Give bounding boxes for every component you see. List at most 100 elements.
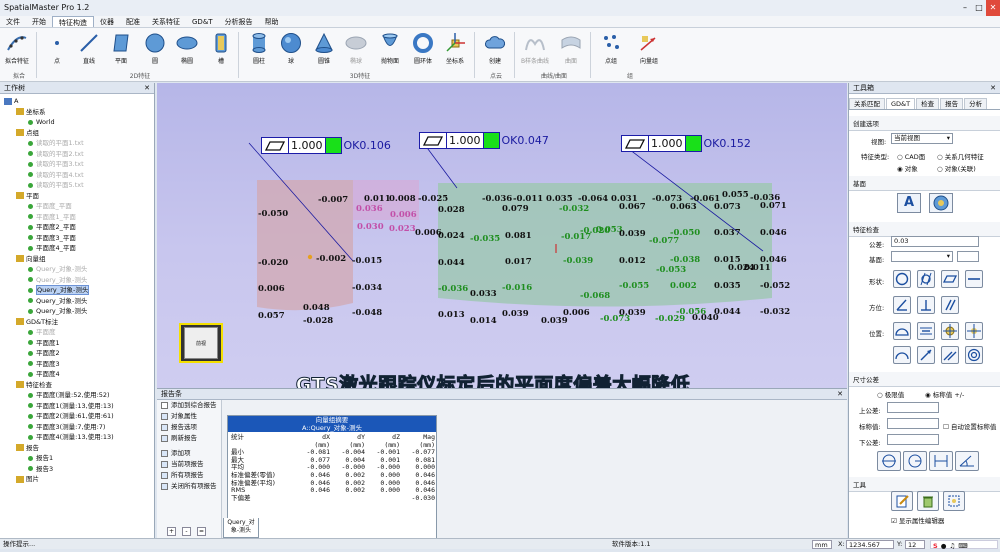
lower-tolerance-input[interactable] [887,434,939,445]
profile-surface-button[interactable] [893,322,911,340]
tree-node[interactable]: 平面度1_平面 [0,212,154,223]
tab-analysis[interactable]: 分析 [964,98,988,109]
tree-node[interactable]: 坐标系 [0,107,154,118]
tree-node[interactable]: 平面度(测量:52,使用:52) [0,390,154,401]
tree-node[interactable]: 读取的平面4.txt [0,170,154,181]
all-items-report[interactable]: 所有项报告 [157,470,221,481]
tree-node[interactable]: 平面度1(测量:13,使用:13) [0,401,154,412]
menu-gdt[interactable]: GD&T [186,16,219,27]
datum-a-button[interactable]: A [897,193,921,213]
tree-node[interactable]: 平面度2 [0,348,154,359]
view-select[interactable]: 当前视图 ▾ [891,133,953,144]
coordinate-system-button[interactable]: 坐标系 [440,32,470,65]
tree-node[interactable]: 平面度3(测量:7,使用:7) [0,422,154,433]
tree-node[interactable]: Query_对象-测头 [0,275,154,286]
tree-node[interactable]: Query_对象-测头 [0,285,154,296]
delete-tool-button[interactable] [917,491,939,511]
dim-angle-button[interactable] [955,451,979,471]
tree-node[interactable]: 平面度3 [0,359,154,370]
checkbox-icon[interactable] [161,401,168,409]
cylinder-button[interactable]: 圆柱 [244,32,274,65]
tree-node[interactable]: GD&T标注 [0,317,154,328]
parallelism-button[interactable] [941,296,959,314]
paraboloid-button[interactable]: 抛物面 [375,32,405,65]
radio-limit[interactable]: ○ 极限值 [877,389,904,399]
tree-node[interactable]: 平面度2_平面 [0,222,154,233]
cone-button[interactable]: 圆锥 [309,32,339,65]
total-runout-button[interactable] [941,346,959,364]
tree-node[interactable]: 平面度4(测量:13,使用:13) [0,432,154,443]
3d-viewport[interactable]: -0.050 -0.007 0.011 0.008 -0.025 0.036 0.006 0.… [157,83,847,388]
position-button[interactable] [941,322,959,340]
ellipsoid-button[interactable]: 椭球 [341,32,371,65]
menu-file[interactable]: 文件 [0,16,26,27]
tree-node[interactable]: World [0,117,154,128]
fcf-3[interactable]: 1.000 OK0.152 [621,135,751,152]
nominal-input[interactable] [887,418,939,429]
view-cube[interactable]: 前视 [179,323,223,363]
auto-nominal-checkbox[interactable]: ☐ 自动设置标称值 [943,421,996,431]
circle-button[interactable]: 圆 [140,32,170,65]
tree-node[interactable]: 平面度_平面 [0,201,154,212]
bspline-button[interactable]: B样条曲线 [520,32,550,65]
menu-relation-feature[interactable]: 关系特征 [146,16,186,27]
tree-node[interactable]: A [0,96,154,107]
vector-group-button[interactable]: 向量组 [634,32,664,65]
tree-node[interactable]: 平面度1 [0,338,154,349]
radio-object[interactable]: ◉ 对象 [897,163,918,173]
close-icon[interactable]: ✕ [990,83,996,94]
dim-radius-button[interactable] [903,451,927,471]
surface-button[interactable]: 曲面 [556,32,586,65]
straightness-button[interactable] [965,270,983,288]
point-button[interactable]: 点 [42,32,72,65]
menu-help[interactable]: 帮助 [259,16,285,27]
tree-node[interactable]: 平面度4_平面 [0,243,154,254]
plane-button[interactable]: 平面 [106,32,136,65]
menu-registration[interactable]: 配准 [120,16,146,27]
add-small-icon[interactable]: + [167,527,176,536]
cylindricity-button[interactable] [917,270,935,288]
tree-node[interactable]: Query_对象-测头 [0,306,154,317]
tree-node[interactable]: 平面度3_平面 [0,233,154,244]
tab-relation-match[interactable]: 关系匹配 [849,98,885,109]
report-tab[interactable]: Query_对象-测头 [223,518,259,538]
radio-object-assoc[interactable]: ○ 对象(关联) [937,163,976,173]
circularity-button[interactable] [893,270,911,288]
profile-line-button[interactable] [893,346,911,364]
datum-select[interactable]: ▾ [891,251,953,262]
tree-node[interactable]: 点组 [0,128,154,139]
ime-toolbar[interactable]: S ● ♫ ⌨ [930,540,998,550]
report-options-item[interactable]: 报告选项 [157,422,221,433]
tab-report[interactable]: 报告 [940,98,964,109]
menu-instrument[interactable]: 仪器 [94,16,120,27]
line-button[interactable]: 直线 [74,32,104,65]
datum-extra-field[interactable] [957,251,979,262]
tree-node[interactable]: 读取的平面3.txt [0,159,154,170]
tree-node[interactable]: 读取的平面1.txt [0,138,154,149]
menu-start[interactable]: 开始 [26,16,52,27]
close-icon[interactable]: ✕ [837,389,843,400]
tree-node[interactable]: 读取的平面2.txt [0,149,154,160]
current-item-report[interactable]: 当前项报告 [157,459,221,470]
equal-small-icon[interactable]: = [197,527,206,536]
remove-small-icon[interactable]: - [182,527,191,536]
dim-length-button[interactable] [877,451,901,471]
tree-node[interactable]: 平面 [0,191,154,202]
close-icon[interactable]: ✕ [144,83,150,94]
tab-check[interactable]: 检查 [916,98,940,109]
angularity-button[interactable] [893,296,911,314]
tree-node[interactable]: 平面度 [0,327,154,338]
radio-cad[interactable]: ○ CAD面 [897,151,925,161]
close-icon[interactable]: ✕ [986,0,1000,16]
tree-node[interactable]: 报告1 [0,453,154,464]
fcf-2[interactable]: 1.000 OK0.047 [419,132,549,149]
datum-target-button[interactable] [929,193,953,213]
torus-button[interactable]: 圆环体 [408,32,438,65]
pick-tool-button[interactable] [943,491,965,511]
minimize-icon[interactable]: – [958,0,972,16]
tree-node[interactable]: 读取的平面5.txt [0,180,154,191]
upper-tolerance-input[interactable] [887,402,939,413]
tolerance-input[interactable]: 0.03 [891,236,979,247]
tree-node[interactable]: 报告 [0,443,154,454]
show-editor-checkbox[interactable]: ☑ 显示属性编辑器 [891,515,944,525]
